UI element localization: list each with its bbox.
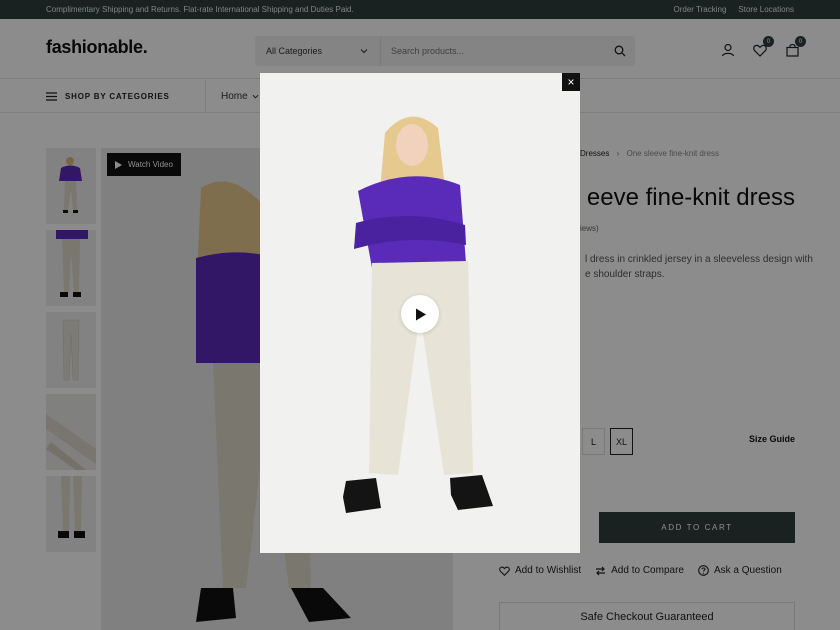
close-modal-button[interactable]: × (562, 73, 580, 91)
play-video-button[interactable] (401, 295, 439, 333)
play-icon (416, 308, 426, 320)
close-icon: × (567, 75, 575, 89)
